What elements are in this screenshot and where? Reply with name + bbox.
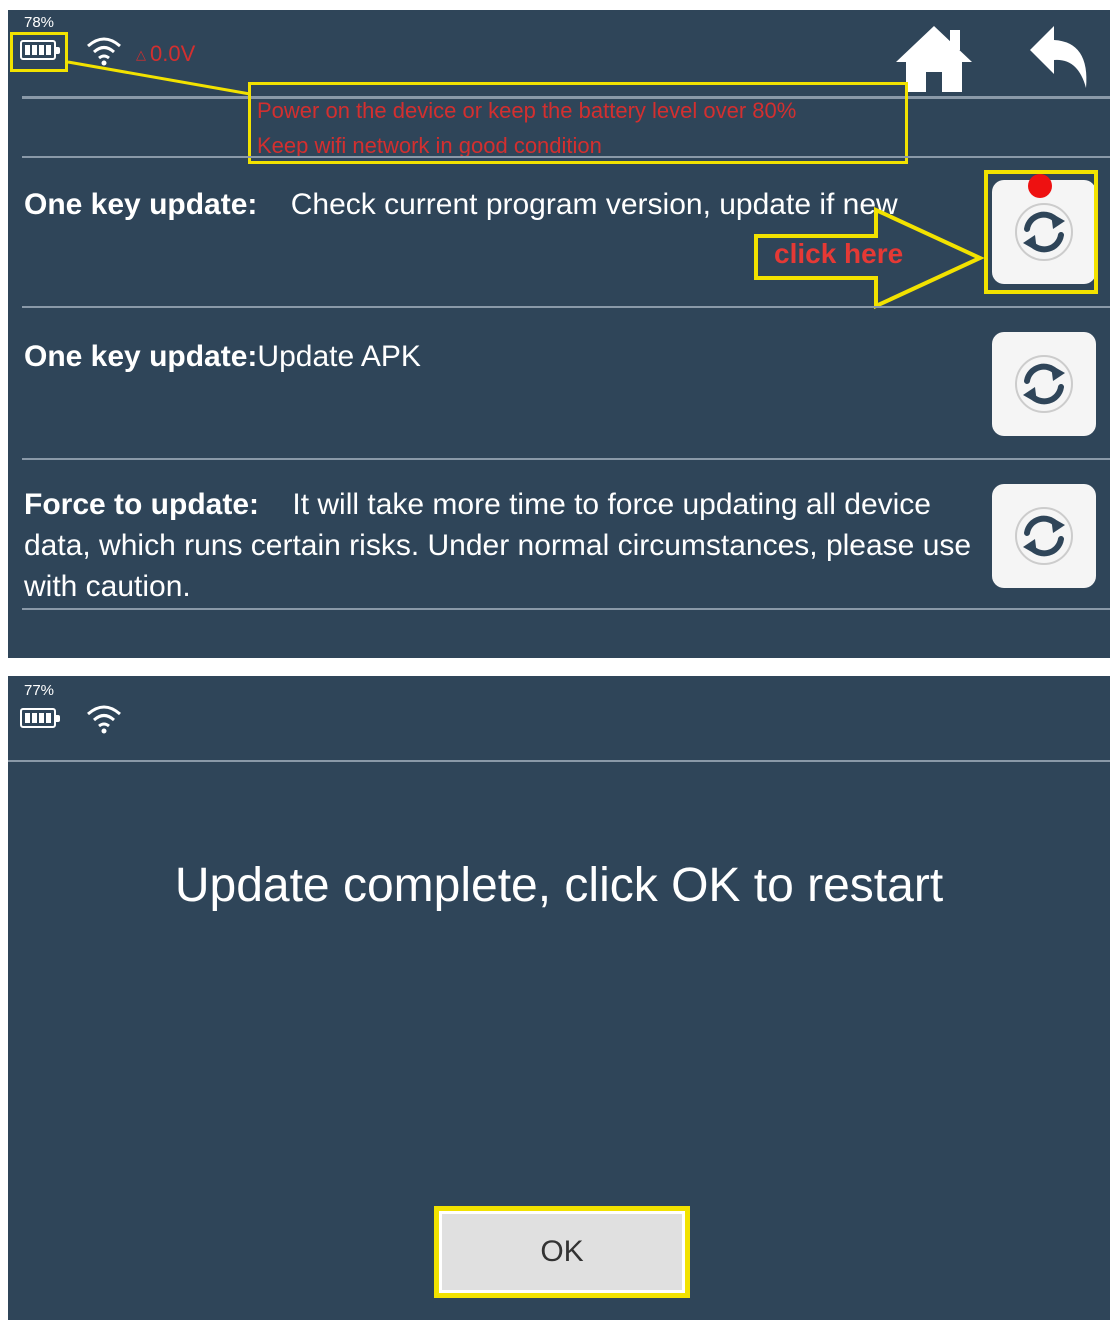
row-divider <box>22 458 1110 460</box>
row-title: One key update: <box>24 188 258 221</box>
refresh-icon <box>1015 355 1073 413</box>
wifi-icon <box>87 705 121 734</box>
row-title: Force to update: <box>24 488 260 521</box>
row-title: One key update: <box>24 340 258 373</box>
row-description: Update APK <box>257 340 421 373</box>
force-update-row: Force to update: It will take more time … <box>24 484 974 607</box>
update-settings-screen: 78% △ 0.0V Power on the device or keep th… <box>8 10 1110 658</box>
row-divider <box>22 608 1110 610</box>
requirements-note: Power on the device or keep the battery … <box>248 82 908 164</box>
update-apk-row: One key update:Update APK <box>24 336 974 378</box>
row-divider <box>22 306 1110 308</box>
update-complete-message: Update complete, click OK to restart <box>174 859 944 912</box>
refresh-icon <box>1015 507 1073 565</box>
row-divider <box>22 156 1110 158</box>
force-update-button[interactable] <box>992 484 1096 588</box>
battery-percentage: 77% <box>24 682 55 699</box>
update-complete-screen: 77% Update complete, click OK to restart… <box>8 676 1110 1320</box>
back-button[interactable] <box>1024 22 1094 99</box>
update-button-highlight <box>984 170 1098 294</box>
battery-requirement-text: Power on the device or keep the battery … <box>257 98 797 123</box>
battery-icon <box>20 708 60 728</box>
header-divider <box>8 760 1110 762</box>
ok-button[interactable]: OK <box>434 1206 690 1298</box>
back-arrow-icon <box>1030 26 1087 88</box>
update-apk-button[interactable] <box>992 332 1096 436</box>
click-here-label: click here <box>774 238 904 269</box>
callout-leader-line <box>67 60 251 96</box>
